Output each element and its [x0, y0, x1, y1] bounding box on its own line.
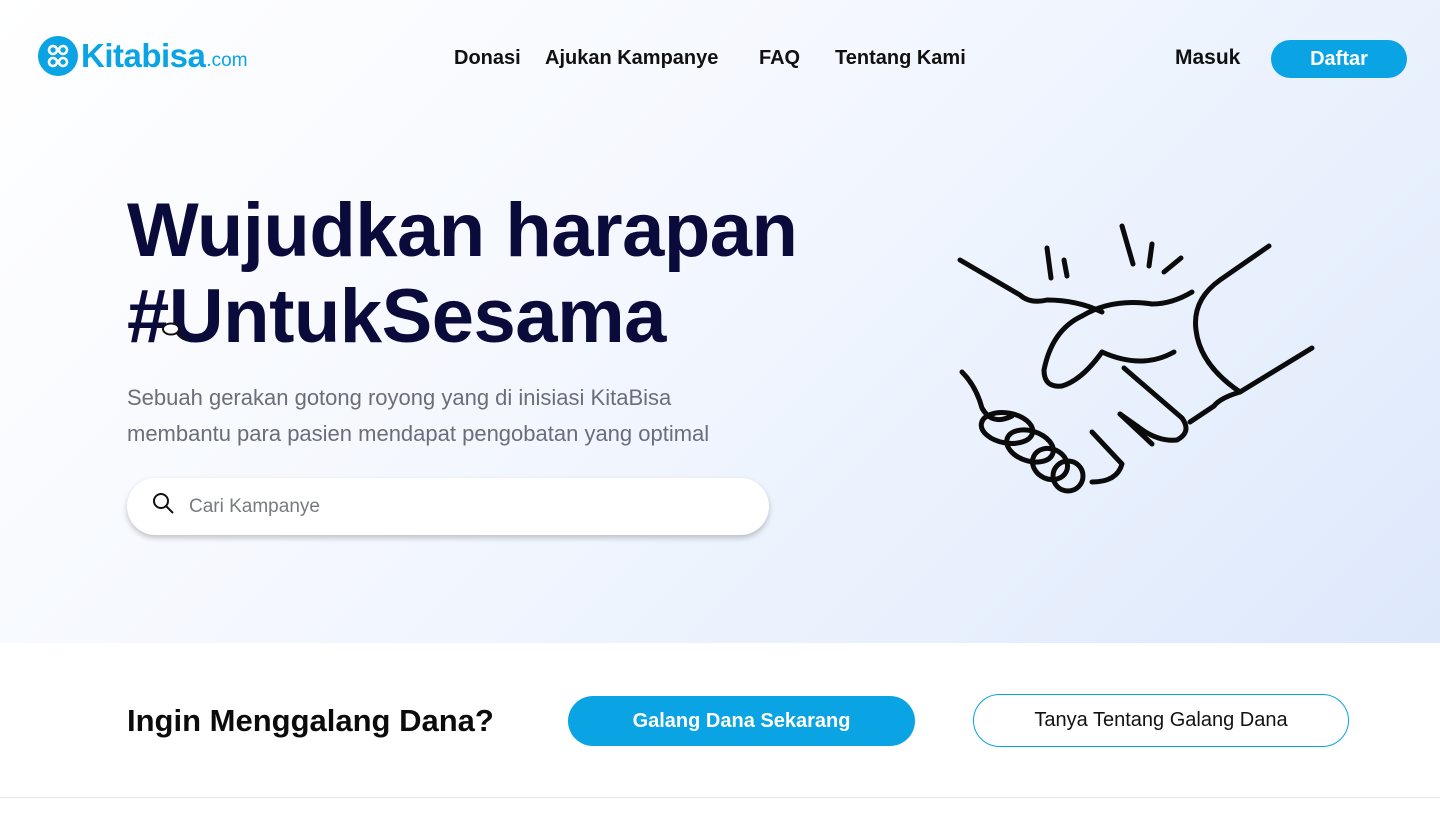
nav-faq[interactable]: FAQ	[759, 47, 800, 70]
handshake-icon	[957, 223, 1315, 494]
nav-tentang-kami[interactable]: Tentang Kami	[835, 47, 966, 70]
logo-suffix: .com	[206, 50, 248, 71]
hero-subtitle: Sebuah gerakan gotong royong yang di ini…	[127, 380, 827, 452]
magnifier-cursor-icon	[160, 320, 190, 347]
subtitle-line-1: Sebuah gerakan gotong royong yang di ini…	[127, 385, 672, 410]
nav-ajukan-kampanye[interactable]: Ajukan Kampanye	[545, 47, 718, 70]
search-icon	[153, 492, 174, 514]
campaign-search-bar[interactable]	[127, 478, 769, 535]
login-link[interactable]: Masuk	[1175, 46, 1240, 70]
search-input[interactable]	[189, 495, 749, 518]
headline-line-1: Wujudkan harapan	[127, 188, 798, 273]
register-button[interactable]: Daftar	[1271, 40, 1407, 78]
kitabisa-logo[interactable]: Kitabisa .com	[38, 34, 248, 78]
start-fundraising-button[interactable]: Galang Dana Sekarang	[568, 696, 915, 746]
headline-line-2: #UntukSesama	[127, 274, 666, 359]
ask-fundraising-button[interactable]: Tanya Tentang Galang Dana	[973, 694, 1349, 747]
section-divider	[0, 797, 1440, 798]
nav-donasi[interactable]: Donasi	[454, 47, 521, 70]
cta-title: Ingin Menggalang Dana?	[127, 703, 494, 738]
logo-wordmark: Kitabisa	[81, 37, 206, 74]
logo-mark-icon	[38, 36, 78, 76]
subtitle-line-2: membantu para pasien mendapat pengobatan…	[127, 421, 710, 446]
hero-headline: Wujudkan harapan #UntukSesama	[127, 188, 847, 360]
